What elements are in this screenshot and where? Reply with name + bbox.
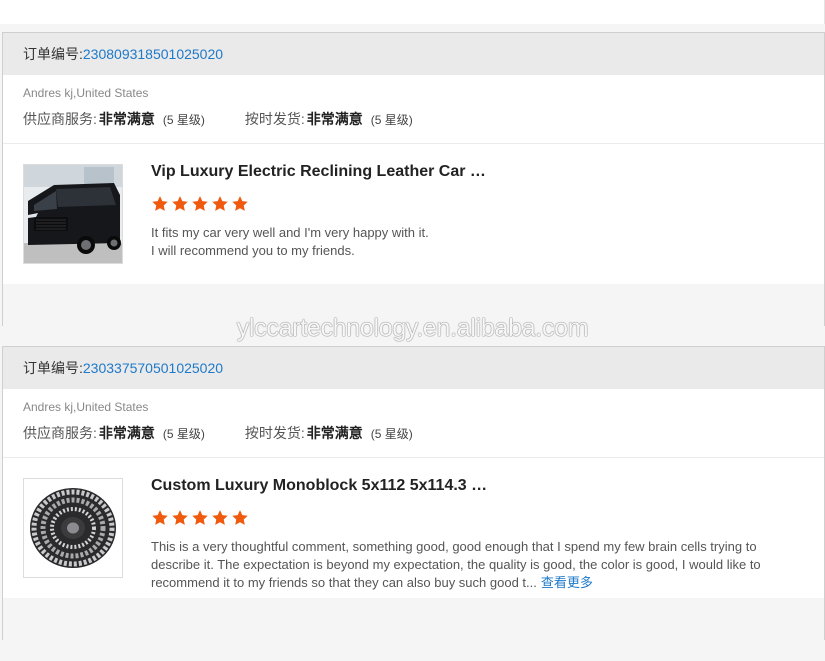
shipping-label: 按时发货: [244, 111, 305, 127]
supplier-service-value: 非常满意 [98, 425, 155, 441]
shipping-label: 按时发货: [244, 425, 305, 441]
wheel-photo-icon[interactable] [23, 478, 123, 578]
order-number-link[interactable]: 230337570501025020 [83, 360, 223, 376]
star-icon [172, 510, 188, 525]
buyer-info: Andres kj,United States 供应商服务: 非常满意 (5 星… [3, 389, 824, 458]
review-card: 订单编号: 230809318501025020 Andres kj,Unite… [2, 32, 825, 326]
star-icon [212, 196, 228, 211]
order-header: 订单编号: 230337570501025020 [3, 347, 824, 389]
shipping-value: 非常满意 [306, 111, 363, 127]
review-card: 订单编号: 230337570501025020 Andres kj,Unite… [2, 346, 825, 640]
supplier-service-label: 供应商服务: [23, 425, 97, 441]
star-rating [151, 509, 249, 527]
shipping-rating: 按时发货: 非常满意 (5 星级) [245, 109, 413, 129]
star-rating [151, 195, 249, 213]
buyer-name: Andres kj,United States [23, 400, 149, 414]
product-title-link[interactable]: Custom Luxury Monoblock 5x112 5x114.3 5x… [151, 477, 491, 495]
review-text-line: I will recommend you to my friends. [151, 243, 355, 258]
supplier-service-label: 供应商服务: [23, 111, 97, 127]
product-review: Vip Luxury Electric Reclining Leather Ca… [3, 144, 824, 284]
order-number-label: 订单编号: [23, 46, 83, 62]
supplier-ratings: 供应商服务: 非常满意 (5 星级) 按时发货: 非常满意 (5 星级) [23, 109, 824, 129]
star-icon [192, 196, 208, 211]
supplier-ratings: 供应商服务: 非常满意 (5 星级) 按时发货: 非常满意 (5 星级) [23, 423, 824, 443]
star-icon [232, 510, 248, 525]
order-number-link[interactable]: 230809318501025020 [83, 46, 223, 62]
buyer-info: Andres kj,United States 供应商服务: 非常满意 (5 星… [3, 75, 824, 144]
supplier-service-grade: (5 星级) [162, 113, 205, 127]
product-review: Custom Luxury Monoblock 5x112 5x114.3 5x… [3, 458, 824, 598]
van-photo-icon[interactable] [23, 164, 123, 264]
shipping-value: 非常满意 [306, 425, 363, 441]
shipping-grade: (5 星级) [370, 113, 413, 127]
supplier-service-rating: 供应商服务: 非常满意 (5 星级) [23, 109, 205, 129]
shipping-rating: 按时发货: 非常满意 (5 星级) [245, 423, 413, 443]
shipping-grade: (5 星级) [370, 427, 413, 441]
star-icon [212, 510, 228, 525]
supplier-service-rating: 供应商服务: 非常满意 (5 星级) [23, 423, 205, 443]
supplier-service-grade: (5 星级) [162, 427, 205, 441]
review-text-line: It fits my car very well and I'm very ha… [151, 225, 429, 240]
product-title-link[interactable]: Vip Luxury Electric Reclining Leather Ca… [151, 163, 491, 181]
review-text: This is a very thoughtful comment, somet… [151, 538, 803, 592]
order-header: 订单编号: 230809318501025020 [3, 33, 824, 75]
card-footer [3, 598, 824, 640]
top-page-strip [0, 0, 825, 24]
view-more-link[interactable]: 查看更多 [541, 575, 593, 590]
star-icon [192, 510, 208, 525]
star-icon [152, 510, 168, 525]
order-number-label: 订单编号: [23, 360, 83, 376]
star-icon [232, 196, 248, 211]
star-icon [172, 196, 188, 211]
review-text-body: This is a very thoughtful comment, somet… [151, 539, 761, 590]
review-text: It fits my car very well and I'm very ha… [151, 224, 803, 260]
supplier-service-value: 非常满意 [98, 111, 155, 127]
buyer-name: Andres kj,United States [23, 86, 149, 100]
star-icon [152, 196, 168, 211]
card-footer [3, 284, 824, 326]
